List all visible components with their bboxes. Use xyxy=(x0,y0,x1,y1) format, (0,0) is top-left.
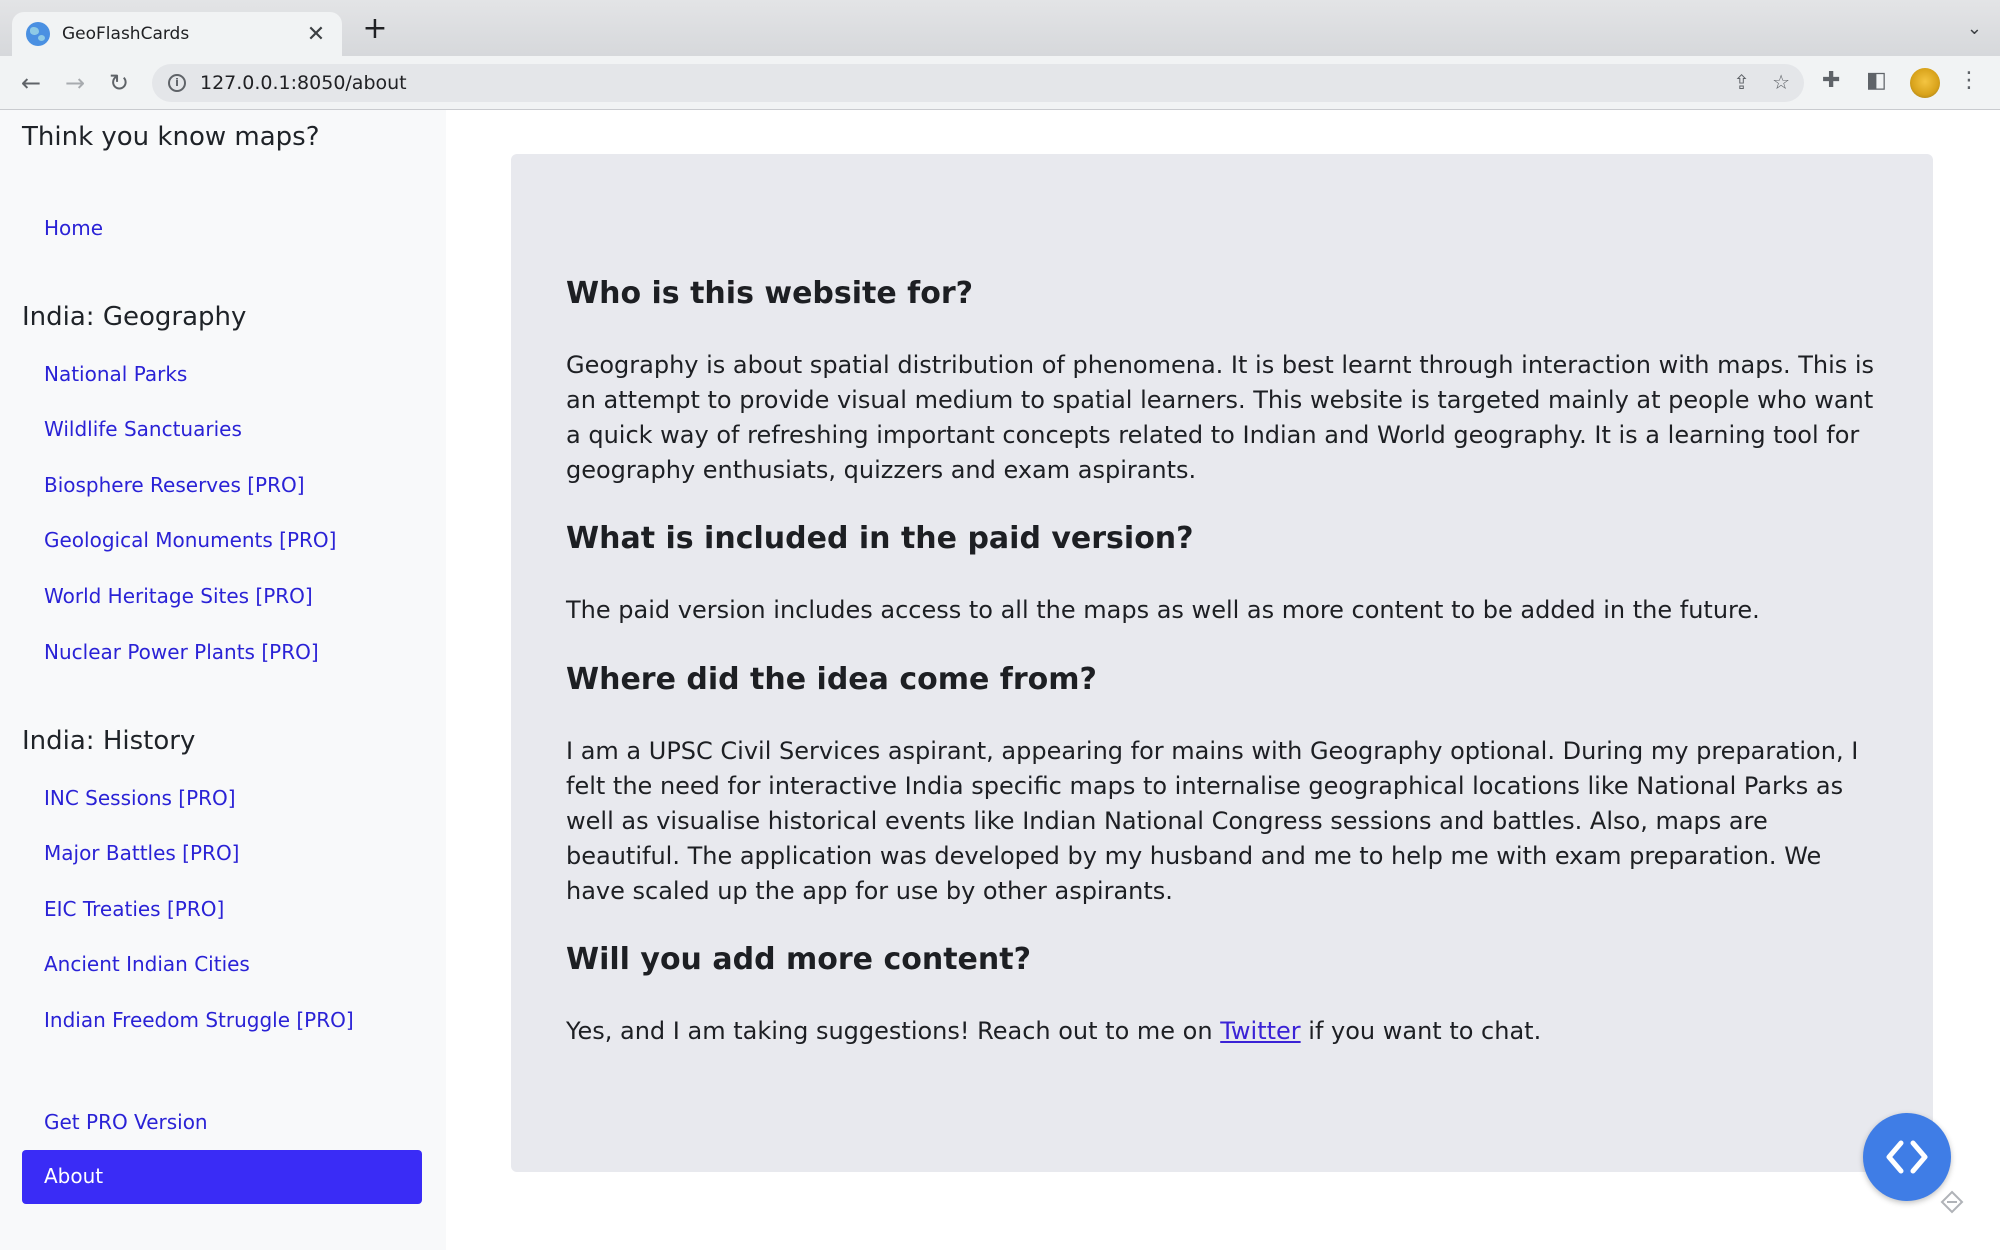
answer-4-text-before: Yes, and I am taking suggestions! Reach … xyxy=(566,1017,1221,1045)
question-heading-1: Who is this website for? xyxy=(566,276,974,311)
bookmark-star-icon[interactable]: ☆ xyxy=(1772,70,1790,94)
answer-paragraph-3: I am a UPSC Civil Services aspirant, app… xyxy=(566,737,1859,905)
sidebar: Think you know maps? Home India: Geograp… xyxy=(0,110,446,1250)
answer-4-text-after: if you want to chat. xyxy=(1300,1017,1542,1045)
sidebar-item-biosphere-reserves[interactable]: Biosphere Reserves [PRO] xyxy=(44,473,305,497)
close-icon[interactable]: ✕ xyxy=(304,22,328,47)
answer-paragraph-4: Yes, and I am taking suggestions! Reach … xyxy=(566,1014,1886,1049)
answer-paragraph-2: The paid version includes access to all … xyxy=(566,596,1760,624)
dash-logo-icon xyxy=(1940,1190,1964,1214)
answer-paragraph-1: Geography is about spatial distribution … xyxy=(566,351,1875,484)
sidebar-item-eic-treaties[interactable]: EIC Treaties [PRO] xyxy=(44,897,224,921)
omnibox-actions: ⇪ ☆ xyxy=(1733,70,1790,94)
question-heading-3: Where did the idea come from? xyxy=(566,662,1097,697)
sidebar-item-home[interactable]: Home xyxy=(44,216,103,240)
sidebar-item-nuclear-power-plants[interactable]: Nuclear Power Plants [PRO] xyxy=(44,640,319,664)
chevron-down-icon[interactable]: ⌄ xyxy=(1967,18,1982,39)
browser-tabstrip: GeoFlashCards ✕ + ⌄ xyxy=(0,0,2000,56)
share-icon[interactable]: ⇪ xyxy=(1733,70,1750,94)
sidebar-item-inc-sessions[interactable]: INC Sessions [PRO] xyxy=(44,786,236,810)
question-heading-4: Will you add more content? xyxy=(566,942,1031,977)
address-bar[interactable]: i 127.0.0.1:8050/about ⇪ ☆ xyxy=(152,64,1804,102)
forward-button[interactable]: → xyxy=(60,68,90,98)
extensions-puzzle-icon[interactable]: ✚ xyxy=(1822,68,1840,93)
globe-icon xyxy=(26,22,50,46)
about-card: Who is this website for? Geography is ab… xyxy=(511,154,1933,1172)
sidebar-item-geological-monuments[interactable]: Geological Monuments [PRO] xyxy=(44,528,336,552)
section-heading-history: India: History xyxy=(22,726,196,756)
sidebar-item-about[interactable]: About xyxy=(22,1150,422,1204)
site-title: Think you know maps? xyxy=(22,122,320,152)
sidebar-item-indian-freedom-struggle[interactable]: Indian Freedom Struggle [PRO] xyxy=(44,1008,354,1032)
back-button[interactable]: ← xyxy=(16,68,46,98)
code-brackets-icon xyxy=(1886,1140,1928,1174)
code-toggle-button[interactable] xyxy=(1863,1113,1951,1201)
browser-toolbar: ← → ↻ i 127.0.0.1:8050/about ⇪ ☆ ✚ ◧ ⋮ xyxy=(0,56,2000,110)
sidebar-item-get-pro[interactable]: Get PRO Version xyxy=(44,1110,208,1134)
sidebar-item-ancient-indian-cities[interactable]: Ancient Indian Cities xyxy=(44,952,250,976)
sidebar-item-national-parks[interactable]: National Parks xyxy=(44,362,187,386)
sidebar-item-world-heritage-sites[interactable]: World Heritage Sites [PRO] xyxy=(44,584,313,608)
info-icon[interactable]: i xyxy=(168,74,186,92)
sidebar-item-major-battles[interactable]: Major Battles [PRO] xyxy=(44,841,240,865)
url-text: 127.0.0.1:8050/about xyxy=(200,72,407,94)
tab-title: GeoFlashCards xyxy=(62,24,190,44)
side-panel-icon[interactable]: ◧ xyxy=(1866,68,1887,93)
new-tab-button[interactable]: + xyxy=(360,14,390,44)
section-heading-geography: India: Geography xyxy=(22,302,247,332)
browser-tab[interactable]: GeoFlashCards ✕ xyxy=(12,12,342,56)
reload-button[interactable]: ↻ xyxy=(104,68,134,98)
twitter-link[interactable]: Twitter xyxy=(1220,1017,1300,1045)
profile-avatar[interactable] xyxy=(1910,68,1940,98)
more-menu-icon[interactable]: ⋮ xyxy=(1958,68,1980,93)
question-heading-2: What is included in the paid version? xyxy=(566,521,1194,556)
sidebar-item-wildlife-sanctuaries[interactable]: Wildlife Sanctuaries xyxy=(44,417,242,441)
